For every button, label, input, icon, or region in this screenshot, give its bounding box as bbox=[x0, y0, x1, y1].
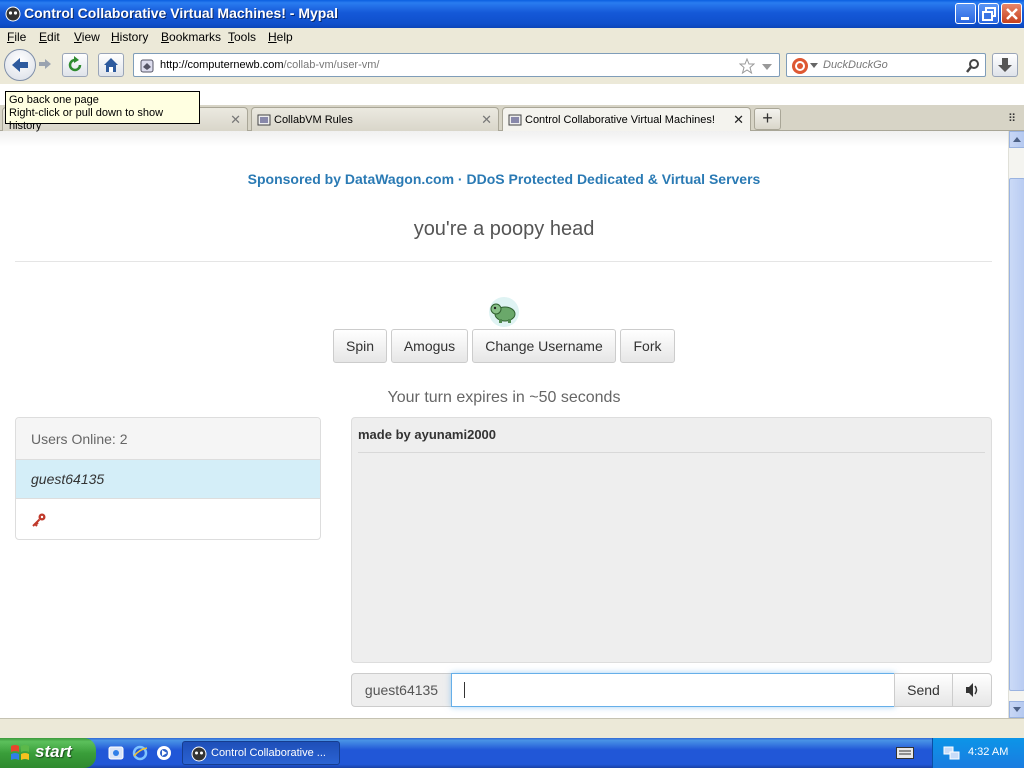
change-username-button[interactable]: Change Username bbox=[472, 329, 616, 363]
plus-icon: + bbox=[762, 108, 773, 128]
tab-3-close-icon[interactable]: ✕ bbox=[733, 112, 744, 128]
start-button[interactable]: start bbox=[0, 738, 96, 768]
minimize-icon bbox=[961, 17, 969, 20]
windows-taskbar: start Control Collaborative ... 4:32 AM bbox=[0, 738, 1024, 768]
chat-input[interactable] bbox=[451, 673, 895, 707]
network-icon[interactable] bbox=[943, 745, 961, 761]
quicklaunch-explorer-icon[interactable] bbox=[108, 745, 124, 761]
mypal-taskbar-icon bbox=[191, 746, 207, 762]
scrollbar-thumb[interactable] bbox=[1009, 178, 1024, 691]
navigation-toolbar: http://computernewb.com/collab-vm/user-v… bbox=[0, 46, 1024, 84]
menu-tools[interactable]: Tools bbox=[228, 30, 256, 44]
menu-bar: File Edit View History Bookmarks Tools H… bbox=[0, 28, 1024, 46]
window-titlebar[interactable]: Control Collaborative Virtual Machines! … bbox=[0, 0, 1024, 28]
chat-panel: made by ayunami2000 bbox=[351, 417, 992, 663]
menu-edit[interactable]: Edit bbox=[39, 30, 60, 44]
tab-control-collabvm-label: Control Collaborative Virtual Machines! bbox=[525, 114, 715, 126]
restore-icon bbox=[982, 7, 996, 21]
scroll-up-icon bbox=[1013, 137, 1021, 142]
reload-icon bbox=[68, 56, 82, 72]
users-online-panel: Users Online: 2 guest64135 bbox=[15, 417, 321, 540]
url-dropdown-icon[interactable] bbox=[761, 62, 773, 72]
scroll-down-icon bbox=[1013, 707, 1021, 712]
collabvm-favicon bbox=[257, 114, 271, 126]
scroll-up-button[interactable] bbox=[1009, 131, 1024, 148]
viewport-top-shadow bbox=[0, 131, 1008, 147]
start-label: start bbox=[35, 742, 72, 761]
new-tab-button[interactable]: + bbox=[754, 108, 781, 130]
close-icon bbox=[1006, 8, 1018, 20]
list-all-tabs-icon[interactable]: ⠿ bbox=[1008, 112, 1016, 125]
url-path: /collab-vm/user-vm/ bbox=[283, 59, 380, 71]
sponsor-link[interactable]: Sponsored by DataWagon.com · DDoS Protec… bbox=[0, 171, 1008, 187]
scroll-down-button[interactable] bbox=[1009, 701, 1024, 718]
key-icon[interactable] bbox=[31, 512, 47, 528]
site-identity-icon bbox=[140, 59, 154, 73]
back-button[interactable] bbox=[4, 49, 36, 81]
menu-history[interactable]: History bbox=[111, 30, 148, 44]
url-text: http://computernewb.com/collab-vm/user-v… bbox=[160, 59, 379, 71]
quicklaunch-media-icon[interactable] bbox=[156, 745, 172, 761]
system-tray: 4:32 AM bbox=[932, 738, 1024, 768]
keyboard-icon[interactable] bbox=[896, 747, 914, 759]
minimize-button[interactable] bbox=[955, 3, 976, 24]
back-arrow-icon bbox=[12, 58, 28, 72]
turtle-mascot-icon bbox=[489, 297, 519, 327]
tab-control-collabvm[interactable]: Control Collaborative Virtual Machines! … bbox=[502, 107, 751, 132]
tab-2-close-icon[interactable]: ✕ bbox=[481, 112, 492, 128]
text-caret bbox=[464, 682, 465, 698]
download-arrow-icon bbox=[998, 58, 1012, 72]
menu-help[interactable]: Help bbox=[268, 30, 293, 44]
message-of-the-day: you're a poopy head bbox=[413, 218, 595, 240]
volume-icon bbox=[966, 683, 978, 697]
duckduckgo-icon[interactable] bbox=[791, 57, 809, 75]
taskbar-item-mypal[interactable]: Control Collaborative ... bbox=[182, 741, 340, 765]
bookmark-star-icon[interactable] bbox=[739, 58, 755, 74]
menu-bookmarks[interactable]: Bookmarks bbox=[161, 30, 221, 44]
search-bar[interactable]: DuckDuckGo bbox=[786, 53, 986, 77]
divider bbox=[15, 261, 992, 262]
forward-arrow-icon[interactable] bbox=[37, 56, 53, 72]
fork-button[interactable]: Fork bbox=[620, 329, 675, 363]
status-bar bbox=[0, 718, 1024, 738]
tooltip-line-1: Go back one page bbox=[9, 94, 99, 106]
home-button[interactable] bbox=[98, 53, 124, 77]
windows-logo-icon bbox=[11, 745, 29, 760]
send-button[interactable]: Send bbox=[894, 673, 953, 707]
amogus-button[interactable]: Amogus bbox=[391, 329, 468, 363]
chat-message: made by ayunami2000 bbox=[358, 427, 497, 442]
chat-message-divider bbox=[358, 452, 985, 453]
volume-button[interactable] bbox=[952, 673, 992, 707]
menu-view[interactable]: View bbox=[74, 30, 100, 44]
users-online-header: Users Online: 2 bbox=[16, 418, 320, 460]
menu-file[interactable]: File bbox=[7, 30, 26, 44]
chat-username-label: guest64135 bbox=[351, 673, 452, 707]
maximize-button[interactable] bbox=[978, 3, 999, 24]
user-list-item[interactable]: guest64135 bbox=[16, 460, 320, 499]
mypal-app-icon bbox=[5, 6, 21, 22]
spin-button[interactable]: Spin bbox=[333, 329, 387, 363]
tab-1-close-icon[interactable]: ✕ bbox=[230, 112, 241, 128]
url-host: http://computernewb.com bbox=[160, 59, 284, 71]
search-placeholder: DuckDuckGo bbox=[823, 59, 888, 71]
home-icon bbox=[104, 58, 118, 72]
search-engine-dropdown-icon[interactable] bbox=[810, 63, 818, 69]
tab-collabvm-rules[interactable]: CollabVM Rules ✕ bbox=[251, 107, 499, 131]
tooltip-line-2: Right-click or pull down to show history bbox=[9, 107, 164, 132]
window-title: Control Collaborative Virtual Machines! … bbox=[24, 5, 339, 21]
downloads-button[interactable] bbox=[992, 53, 1018, 77]
close-window-button[interactable] bbox=[1001, 3, 1022, 24]
page-viewport: Sponsored by DataWagon.com · DDoS Protec… bbox=[0, 131, 1008, 718]
taskbar-item-label: Control Collaborative ... bbox=[211, 747, 326, 759]
reload-button[interactable] bbox=[62, 53, 88, 77]
collabvm-favicon bbox=[508, 114, 522, 126]
address-bar[interactable]: http://computernewb.com/collab-vm/user-v… bbox=[133, 53, 780, 77]
quicklaunch-ie-icon[interactable] bbox=[132, 745, 148, 761]
back-button-tooltip: Go back one page Right-click or pull dow… bbox=[5, 91, 200, 132]
turn-status: Your turn expires in ~50 seconds bbox=[387, 389, 621, 406]
tab-collabvm-rules-label: CollabVM Rules bbox=[274, 114, 353, 126]
vertical-scrollbar[interactable] bbox=[1008, 131, 1024, 718]
search-icon[interactable] bbox=[965, 58, 981, 74]
taskbar-clock[interactable]: 4:32 AM bbox=[968, 746, 1008, 758]
